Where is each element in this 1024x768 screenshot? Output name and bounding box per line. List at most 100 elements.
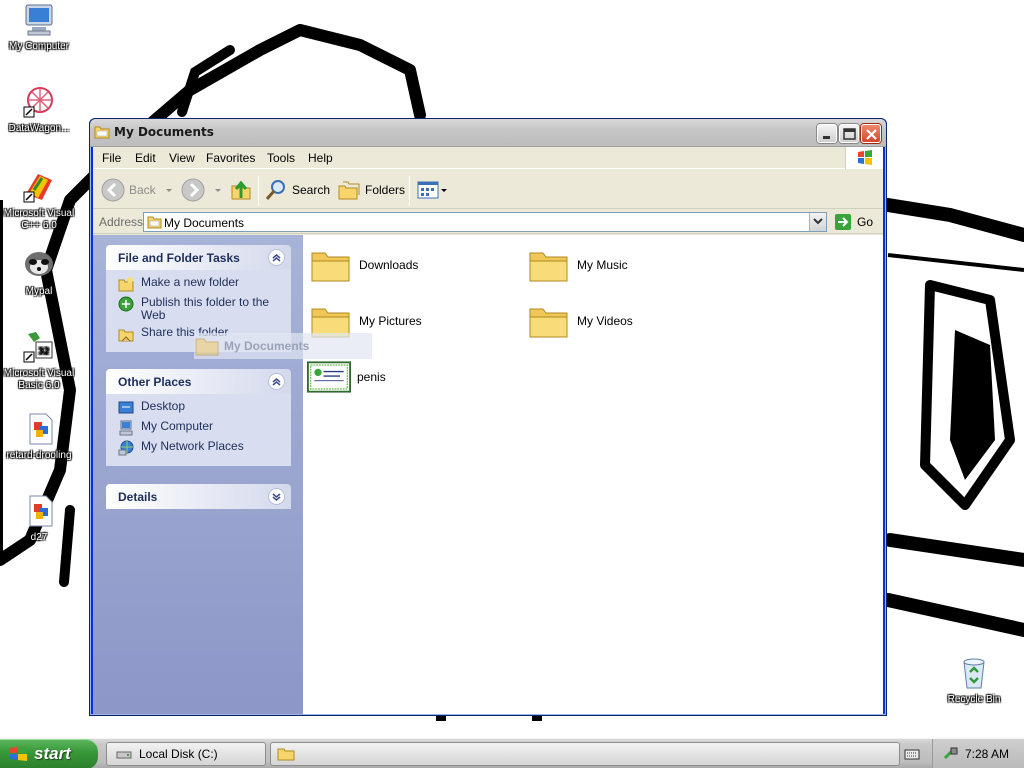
collapse-icon[interactable]: [268, 373, 285, 390]
drag-ghost: My Documents: [194, 333, 372, 359]
go-arrow-icon: [835, 214, 851, 230]
my-computer-icon: [119, 420, 133, 436]
chevron-down-icon: [441, 189, 447, 192]
menu-favorites[interactable]: Favorites: [206, 151, 255, 165]
desktop-icon-label: Microsoft Visual C++ 6.0: [3, 208, 75, 231]
folder-icon: [94, 125, 110, 139]
desktop-icon-label: DataWagon...: [8, 123, 70, 134]
keyboard-icon[interactable]: [904, 747, 920, 764]
desktop-icon-label: Recycle Bin: [947, 694, 1001, 705]
taskbar-button-my-documents[interactable]: [270, 742, 900, 766]
panel-title: File and Folder Tasks: [118, 251, 240, 265]
folder-icon: [529, 252, 568, 282]
toolbar-separator: [258, 176, 259, 206]
expand-icon[interactable]: [268, 488, 285, 505]
panel-other-places: Other Places Desktop My Computer My Netw…: [106, 369, 291, 466]
go-button[interactable]: Go: [834, 213, 873, 231]
system-tray: 7:28 AM: [932, 739, 1024, 768]
folder-icon: [529, 308, 568, 338]
task-make-new-folder[interactable]: Make a new folder: [118, 276, 291, 296]
desktop-icon-label: Mypal: [25, 286, 53, 297]
menu-view[interactable]: View: [169, 151, 195, 165]
mypal-icon: [22, 248, 56, 282]
address-input[interactable]: My Documents: [143, 212, 827, 232]
certificate-icon: [307, 361, 351, 393]
datawagon-icon: [22, 85, 56, 119]
desktop-icon-visual-cpp[interactable]: Microsoft Visual C++ 6.0: [0, 170, 78, 232]
task-publish-to-web[interactable]: Publish this folder to the Web: [118, 296, 291, 326]
maximize-button[interactable]: [839, 124, 859, 143]
folders-icon: [338, 181, 360, 200]
address-dropdown-button[interactable]: [809, 213, 826, 231]
menu-help[interactable]: Help: [308, 151, 333, 165]
windows-logo-icon: [10, 746, 27, 761]
desktop-icon-d27[interactable]: d27: [0, 494, 78, 544]
start-button[interactable]: start: [0, 739, 98, 768]
collapse-icon[interactable]: [268, 249, 285, 266]
window-client: File Edit View Favorites Tools Help Back: [93, 147, 883, 714]
close-button[interactable]: [861, 124, 881, 143]
drive-icon: [116, 751, 132, 759]
place-my-computer[interactable]: My Computer: [118, 420, 291, 440]
forward-arrow-icon: [181, 178, 205, 202]
desktop-icon-label: Microsoft Visual Basic 6.0: [3, 368, 75, 391]
menu-edit[interactable]: Edit: [135, 151, 156, 165]
file-list: Downloads My Music My Pictures My Videos…: [303, 235, 883, 714]
folder-icon: [147, 215, 162, 232]
panel-header[interactable]: File and Folder Tasks: [106, 245, 291, 270]
folder-icon: [195, 338, 219, 356]
title-bar[interactable]: My Documents: [90, 119, 886, 147]
desktop-icon-retard-drooling[interactable]: retard-drooling: [0, 412, 78, 462]
forward-button[interactable]: [181, 177, 223, 203]
taskbar-button-local-disk[interactable]: Local Disk (C:): [106, 742, 266, 766]
panel-title: Other Places: [118, 375, 192, 389]
window-title: My Documents: [114, 125, 214, 139]
up-folder-icon: [231, 180, 251, 200]
go-label: Go: [857, 215, 874, 229]
folder-icon: [277, 748, 295, 761]
image-file-icon: [22, 494, 56, 528]
panel-header[interactable]: Other Places: [106, 369, 291, 394]
desktop-icon-label: d27: [30, 532, 48, 543]
desktop-icon-label: My Computer: [8, 41, 69, 52]
address-value: My Documents: [164, 216, 245, 230]
desktop-icon-recycle-bin[interactable]: Recycle Bin: [935, 656, 1013, 706]
safely-remove-hardware-icon[interactable]: [943, 746, 959, 762]
desktop-icon-my-computer[interactable]: My Computer: [0, 3, 78, 53]
svg-text:32: 32: [38, 347, 49, 357]
visual-basic-icon: 32: [22, 330, 56, 364]
share-folder-icon: [118, 329, 134, 342]
up-button[interactable]: [229, 177, 253, 203]
explorer-window: My Documents File Edit View Favorites To…: [89, 118, 887, 716]
folder-icon: [311, 252, 350, 282]
windows-logo-icon: [845, 147, 883, 169]
folder-my-music[interactable]: My Music: [527, 243, 628, 287]
back-button[interactable]: Back: [101, 177, 174, 203]
panel-body: Desktop My Computer My Network Places: [106, 394, 291, 466]
minimize-button[interactable]: [817, 124, 837, 143]
panel-header[interactable]: Details: [106, 484, 291, 509]
folder-downloads[interactable]: Downloads: [309, 243, 418, 287]
desktop-icon: [118, 401, 134, 414]
menu-tools[interactable]: Tools: [267, 151, 295, 165]
desktop-icon-visual-basic[interactable]: 32 Microsoft Visual Basic 6.0: [0, 330, 78, 392]
back-arrow-icon: [101, 178, 125, 202]
place-my-network-places[interactable]: My Network Places: [118, 440, 291, 460]
chevron-down-icon: [165, 189, 172, 192]
menu-file[interactable]: File: [102, 151, 121, 165]
taskbar-button-label: Local Disk (C:): [139, 747, 218, 761]
search-button[interactable]: Search: [264, 177, 330, 203]
views-button[interactable]: [416, 177, 448, 203]
desktop-icon-mypal[interactable]: Mypal: [0, 248, 78, 298]
file-penis[interactable]: penis: [307, 355, 386, 399]
publish-web-icon: [118, 296, 134, 312]
desktop-icon-datawagon[interactable]: DataWagon...: [0, 85, 78, 135]
folders-button[interactable]: Folders: [337, 177, 405, 203]
chevron-down-icon: [813, 218, 823, 225]
my-computer-icon: [22, 3, 56, 37]
desktop-icon-label: retard-drooling: [6, 450, 72, 461]
network-places-icon: [118, 440, 134, 456]
place-desktop[interactable]: Desktop: [118, 400, 291, 420]
folder-my-videos[interactable]: My Videos: [527, 299, 633, 343]
clock[interactable]: 7:28 AM: [965, 747, 1009, 761]
